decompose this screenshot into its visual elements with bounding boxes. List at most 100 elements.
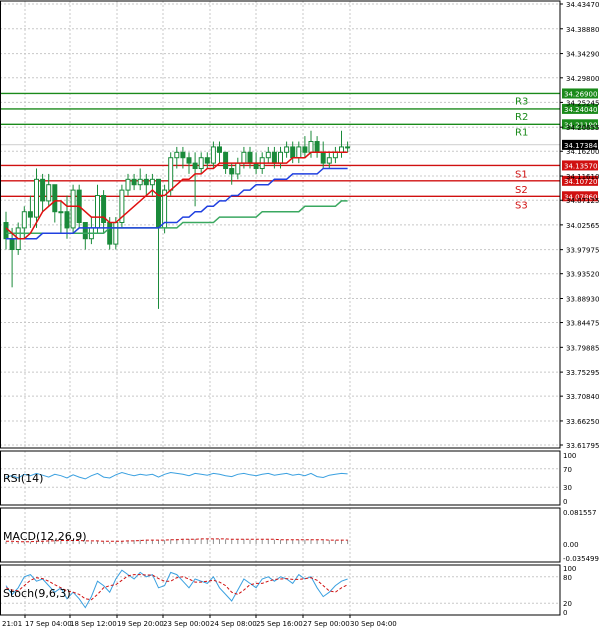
price-tick-label: 34.02565 [566,222,599,230]
candle-body [186,157,192,164]
candle-body [52,184,58,213]
price-tick-label: 33.88930 [566,295,599,303]
price-tick-label: 34.38880 [566,26,599,34]
price-tick-label: 33.61795 [566,442,599,450]
candle-body [302,146,308,153]
price-tick-label: 34.11610 [566,173,599,181]
price-tick-label: 34.29800 [566,75,599,83]
candle-body [46,184,52,202]
candle-body [235,162,241,175]
candle-body [217,146,222,153]
candle-body [253,162,259,170]
candle-body [9,238,15,251]
trading-chart: R334.26900R234.24040R134.21190S134.13570… [0,0,599,628]
candle-body [284,146,290,153]
candle-body [314,141,320,153]
candle-body [229,168,235,175]
price-tick-label: 34.20655 [566,124,599,132]
level-price-label-r3: 34.26900 [564,90,597,98]
macd-label: MACD(12,26,9) [3,530,87,543]
candle-body [113,222,119,245]
macd-tick-label: 0.081557 [563,509,596,517]
price-tick-label: 33.93520 [566,271,599,279]
candle-body [82,222,88,240]
price-tick-label: 33.66250 [566,418,599,426]
candle-body [3,222,9,240]
candle-body [137,178,143,186]
stoch-tick-label: 0 [563,609,567,617]
candle-body [131,178,137,186]
level-label-r2: R2 [515,112,528,123]
rsi-tick-label: 70 [563,466,572,474]
candle-body [64,211,70,229]
candle-body [247,151,253,164]
candle-body [180,151,186,159]
time-tick-label: 24 Sep 08:00 [210,620,257,628]
time-tick-label: 25 Sep 16:00 [256,620,303,628]
candle-body [95,195,100,229]
candle-body [345,146,351,149]
candle-body [271,151,277,164]
time-tick-label: 21:01 [2,620,22,628]
level-label-s1: S1 [515,169,528,180]
candle-body [241,151,247,164]
candle-body [339,146,344,153]
candle-body [204,157,210,164]
rsi-label: RSI(14) [3,472,43,485]
price-tick-label: 34.34290 [566,51,599,59]
time-tick-label: 18 Sep 12:00 [70,620,117,628]
candle-body [21,211,27,229]
stoch-tick-label: 20 [563,600,572,608]
candle-body [332,151,338,159]
stoch-tick-label: 100 [563,565,576,573]
pane-border [0,564,561,616]
macd-tick-label: -0.035499 [563,555,599,563]
rsi-tick-label: 0 [563,498,567,506]
macd-tick-label: 0.00 [563,541,579,549]
candle-body [156,178,161,229]
price-tick-label: 34.25245 [566,99,599,107]
labels: RSI(14) MACD(12,26,9) Stoch(9,6,3) 34.17… [3,139,598,600]
current-price-tag: 34.17384 [562,139,598,150]
rsi-line [5,471,348,480]
time-tick-label: 23 Sep 00:00 [163,620,210,628]
level-label-r3: R3 [515,96,528,107]
candle-body [168,157,174,191]
time-tick-label: 19 Sep 20:00 [117,620,164,628]
candle-body [308,141,314,153]
stoch-label: Stoch(9,6,3) [3,587,71,600]
level-label-s3: S3 [515,200,528,211]
rsi-tick-label: 30 [563,484,572,492]
time-tick-label: 17 Sep 04:00 [25,620,72,628]
candle-body [143,178,149,186]
price-tick-label: 33.84475 [566,320,599,328]
candle-body [326,157,332,164]
price-tick-label: 34.43470 [566,1,599,9]
current-price-label: 34.17384 [564,142,598,150]
candle-body [290,146,296,159]
level-label-r1: R1 [515,127,528,138]
candle-body [265,151,271,159]
candle-body [192,162,198,170]
candle-body [223,151,229,170]
level-price-label-s1: 34.13570 [564,162,597,170]
candle-body [278,151,283,164]
price-tick-label: 33.75295 [566,369,599,377]
price-tick-label: 33.70840 [566,393,599,401]
candle-body [40,178,46,202]
candle-body [296,146,302,159]
price-tick-label: 34.07125 [566,197,599,205]
price-tick-label: 33.79885 [566,344,599,352]
candle-body [34,178,39,218]
price-tick-label: 33.97975 [566,247,599,255]
candle-body [27,211,33,218]
candle-body [210,146,216,164]
price-axes: 34.43470 34.38880 34.34290 34.29800 34.25245… [2,1,599,628]
candle-body [70,189,76,229]
candle-body [198,157,204,170]
pane-border [0,450,561,506]
time-tick-label: 27 Sep 00:00 [303,620,350,628]
stoch-tick-label: 80 [563,574,572,582]
candle-body [125,178,131,191]
rsi-tick-label: 100 [563,452,576,460]
